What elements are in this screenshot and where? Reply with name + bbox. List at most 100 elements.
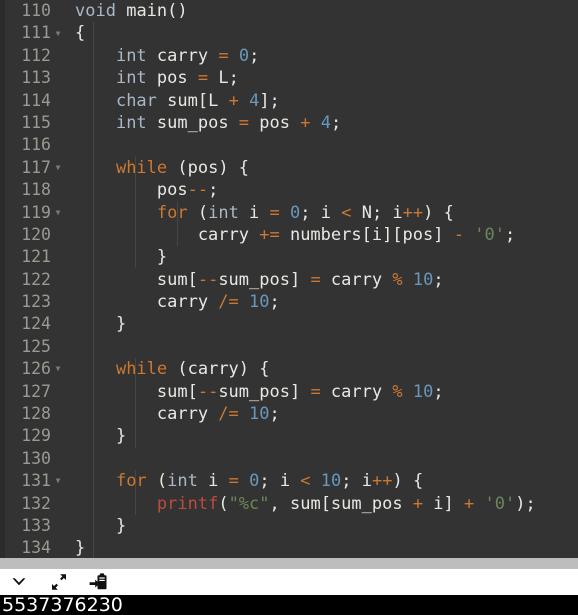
code-token: = bbox=[269, 202, 280, 223]
code-editor-window: 110▼111▼112▼113▼114▼115▼116▼117▼118▼119▼… bbox=[0, 0, 578, 615]
code-line[interactable]: while (pos) { bbox=[75, 157, 578, 179]
expand-button[interactable] bbox=[48, 572, 70, 592]
code-token: int bbox=[115, 68, 147, 89]
code-token: ) { bbox=[423, 202, 454, 223]
code-line[interactable]: carry /= 10; bbox=[75, 403, 578, 425]
fold-marker-icon[interactable]: ▼ bbox=[53, 29, 63, 38]
line-number[interactable]: 134▼ bbox=[5, 537, 67, 558]
line-number[interactable]: 113▼ bbox=[5, 67, 67, 89]
code-line[interactable]: char sum[L + 4]; bbox=[75, 90, 578, 112]
collapse-button[interactable] bbox=[8, 572, 30, 592]
code-token: int bbox=[115, 112, 147, 133]
code-token: -- bbox=[197, 269, 219, 290]
code-line[interactable]: carry /= 10; bbox=[75, 291, 578, 313]
code-line[interactable]: int pos = L; bbox=[75, 67, 578, 89]
line-number[interactable]: 132▼ bbox=[5, 493, 67, 515]
code-line[interactable] bbox=[75, 336, 578, 358]
code-token: printf bbox=[156, 493, 219, 514]
code-line[interactable]: void main() bbox=[75, 0, 578, 22]
code-token: 0 bbox=[290, 202, 301, 223]
line-number[interactable]: 114▼ bbox=[5, 90, 67, 112]
line-number[interactable]: 118▼ bbox=[5, 179, 67, 201]
code-line[interactable]: { bbox=[75, 22, 578, 44]
code-token: = bbox=[238, 112, 250, 133]
code-token: numbers[i][pos] bbox=[279, 224, 454, 245]
code-line[interactable]: sum[--sum_pos] = carry % 10; bbox=[75, 381, 578, 403]
horizontal-scrollbar-thumb[interactable] bbox=[0, 558, 578, 569]
code-lines[interactable]: void main(){ int carry = 0; int pos = L;… bbox=[75, 0, 578, 558]
line-number-gutter[interactable]: 110▼111▼112▼113▼114▼115▼116▼117▼118▼119▼… bbox=[5, 0, 67, 558]
line-number[interactable]: 127▼ bbox=[5, 381, 67, 403]
line-number[interactable]: 123▼ bbox=[5, 291, 67, 313]
code-line[interactable]: } bbox=[75, 425, 578, 447]
line-number[interactable]: 119 ▼ bbox=[5, 202, 67, 224]
code-line[interactable]: printf("%c", sum[sum_pos + i] + '0'); bbox=[75, 493, 578, 515]
fold-marker-icon[interactable]: ▼ bbox=[53, 477, 63, 485]
line-number[interactable]: 117 ▼ bbox=[5, 157, 67, 179]
code-token: = bbox=[228, 471, 239, 492]
code-token: int bbox=[208, 202, 239, 223]
line-number[interactable]: 125▼ bbox=[5, 336, 67, 358]
code-token: += bbox=[259, 224, 280, 245]
line-number[interactable]: 121▼ bbox=[5, 246, 67, 268]
paste-button[interactable] bbox=[88, 572, 110, 592]
line-number[interactable]: 111 ▼ bbox=[5, 22, 67, 44]
fold-marker-icon[interactable]: ▼ bbox=[53, 208, 63, 217]
line-number-label: 119 bbox=[21, 202, 51, 222]
line-number-label: 129 bbox=[21, 426, 51, 446]
code-token: i bbox=[238, 202, 270, 223]
code-token: N; i bbox=[351, 202, 403, 223]
line-number[interactable]: 110▼ bbox=[5, 0, 67, 22]
code-line[interactable] bbox=[75, 134, 578, 156]
code-line[interactable]: while (carry) { bbox=[75, 358, 578, 380]
line-number[interactable]: 116▼ bbox=[5, 134, 67, 156]
code-token: ; bbox=[249, 45, 260, 66]
code-token: + bbox=[464, 493, 475, 514]
code-token: carry bbox=[75, 224, 260, 245]
line-number[interactable]: 120▼ bbox=[5, 224, 67, 246]
line-number[interactable]: 122▼ bbox=[5, 269, 67, 291]
code-line[interactable]: sum[--sum_pos] = carry % 10; bbox=[75, 269, 578, 291]
code-line[interactable]: for (int i = 0; i < N; i++) { bbox=[75, 202, 578, 224]
line-number[interactable]: 130▼ bbox=[5, 448, 67, 470]
fold-marker-icon[interactable]: ▼ bbox=[53, 163, 63, 172]
code-token: i] bbox=[423, 493, 465, 514]
line-number[interactable]: 129▼ bbox=[5, 425, 67, 447]
horizontal-scrollbar[interactable] bbox=[0, 558, 578, 569]
code-line[interactable] bbox=[75, 448, 578, 470]
code-line[interactable]: } bbox=[75, 246, 578, 268]
code-token: { bbox=[75, 23, 86, 44]
code-line[interactable]: pos--; bbox=[75, 179, 578, 201]
line-number[interactable]: 112▼ bbox=[5, 45, 67, 67]
line-number[interactable]: 124▼ bbox=[5, 313, 67, 335]
code-line[interactable]: } bbox=[75, 537, 578, 558]
editor-pane[interactable]: 110▼111▼112▼113▼114▼115▼116▼117▼118▼119▼… bbox=[0, 0, 578, 558]
line-number[interactable]: 128▼ bbox=[5, 403, 67, 425]
code-token: i bbox=[197, 471, 229, 492]
code-token: while bbox=[115, 157, 168, 178]
code-token: (carry) { bbox=[167, 359, 270, 380]
line-number[interactable]: 133▼ bbox=[5, 515, 67, 537]
code-token: sum[ bbox=[75, 269, 198, 290]
code-content-area[interactable]: void main(){ int carry = 0; int pos = L;… bbox=[67, 0, 578, 558]
line-number[interactable]: 115▼ bbox=[5, 112, 67, 134]
code-token: = bbox=[310, 381, 321, 402]
code-line[interactable]: } bbox=[75, 313, 578, 335]
code-token: + bbox=[300, 112, 311, 133]
line-number[interactable]: 131 ▼ bbox=[5, 470, 67, 492]
code-line[interactable]: int carry = 0; bbox=[75, 45, 578, 67]
code-line[interactable]: carry += numbers[i][pos] - '0'; bbox=[75, 224, 578, 246]
code-line[interactable]: for (int i = 0; i < 10; i++) { bbox=[75, 470, 578, 492]
code-line[interactable]: } bbox=[75, 515, 578, 537]
code-token: void bbox=[75, 1, 116, 21]
line-number-label: 131 bbox=[21, 471, 51, 491]
line-number[interactable]: 126 ▼ bbox=[5, 358, 67, 380]
fold-marker-icon[interactable]: ▼ bbox=[53, 365, 63, 373]
code-line[interactable]: int sum_pos = pos + 4; bbox=[75, 112, 578, 134]
line-number-label: 120 bbox=[21, 224, 51, 244]
code-token: sum[ bbox=[75, 381, 198, 402]
